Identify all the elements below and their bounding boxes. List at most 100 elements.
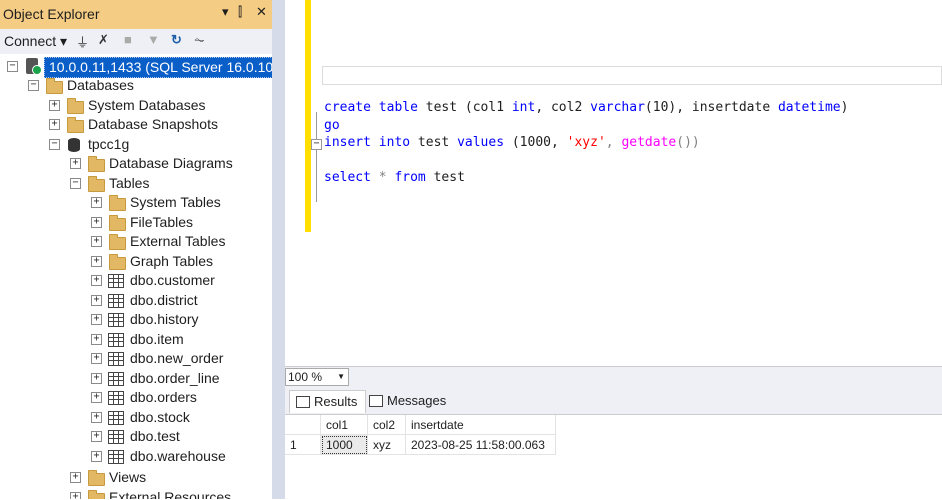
tree-node-external-tables[interactable]: + External Tables xyxy=(0,232,272,251)
tree-node-filetables[interactable]: + FileTables xyxy=(0,213,272,232)
tree-node-table[interactable]: + dbo.test xyxy=(0,427,272,446)
expand-icon[interactable]: + xyxy=(91,295,102,306)
tree-node-label[interactable]: Graph Tables xyxy=(130,252,213,271)
tree-node-label[interactable]: dbo.item xyxy=(130,330,184,349)
tree-node-label[interactable]: dbo.test xyxy=(130,427,180,446)
row-number[interactable]: 1 xyxy=(285,435,321,455)
expand-icon[interactable]: + xyxy=(70,472,81,483)
tree-node-label[interactable]: Tables xyxy=(109,174,149,193)
window-position-icon[interactable]: ▾ xyxy=(222,4,229,20)
tree-node-database[interactable]: − tpcc1g xyxy=(0,135,272,154)
close-icon[interactable]: ✕ xyxy=(256,4,267,20)
code-line-3[interactable]: insert into test values (1000, 'xyz', ge… xyxy=(324,134,700,152)
tree-node-label[interactable]: Database Snapshots xyxy=(88,115,218,134)
grid-cell[interactable]: 2023-08-25 11:58:00.063 xyxy=(406,435,556,455)
tree-node-label[interactable]: Views xyxy=(109,468,146,487)
expand-icon[interactable]: + xyxy=(91,451,102,462)
connect-icon[interactable]: ⏚ xyxy=(76,32,89,51)
code-line-4[interactable]: select * from test xyxy=(324,169,465,187)
tree-node-label[interactable]: Database Diagrams xyxy=(109,154,233,173)
tree-node-graph-tables[interactable]: + Graph Tables xyxy=(0,252,272,271)
tree-node-table[interactable]: + dbo.orders xyxy=(0,388,272,407)
tree-node-table[interactable]: + dbo.new_order xyxy=(0,349,272,368)
expand-icon[interactable]: + xyxy=(91,236,102,247)
query-editor[interactable]: create table test (col1 int, col2 varcha… xyxy=(285,0,942,366)
zoom-select[interactable]: 100 % xyxy=(285,368,349,386)
tree-node-label[interactable]: Databases xyxy=(67,76,134,95)
tree-node-table[interactable]: + dbo.history xyxy=(0,310,272,329)
tree-node-table[interactable]: + dbo.stock xyxy=(0,408,272,427)
row-header-corner[interactable] xyxy=(285,415,321,435)
expand-icon[interactable]: + xyxy=(70,158,81,169)
collapse-icon[interactable]: − xyxy=(70,178,81,189)
tree-node-database-diagrams[interactable]: + Database Diagrams xyxy=(0,154,272,173)
collapse-region-icon[interactable]: − xyxy=(311,139,322,150)
tree-node-label[interactable]: tpcc1g xyxy=(88,135,129,154)
tree-node-label[interactable]: FileTables xyxy=(130,213,193,232)
expand-icon[interactable]: + xyxy=(91,275,102,286)
results-grid[interactable]: col1 col2 insertdate 1 1000 xyz 2023-08-… xyxy=(285,414,942,500)
tree-node-label[interactable]: dbo.new_order xyxy=(130,349,223,368)
tree-node-label[interactable]: dbo.warehouse xyxy=(130,447,226,466)
disconnect-icon[interactable]: ✗ xyxy=(98,32,109,48)
tree-node-database-snapshots[interactable]: + Database Snapshots xyxy=(0,115,272,134)
expand-icon[interactable]: + xyxy=(91,353,102,364)
expand-icon[interactable]: + xyxy=(91,412,102,423)
tree-node-table[interactable]: + dbo.order_line xyxy=(0,369,272,388)
connect-button[interactable]: Connect ▾ xyxy=(4,33,67,50)
tree-node-table[interactable]: + dbo.warehouse xyxy=(0,447,272,466)
tree-node-label[interactable]: External Resources xyxy=(109,488,231,499)
tree-node-table[interactable]: + dbo.customer xyxy=(0,271,272,290)
expand-icon[interactable]: + xyxy=(91,314,102,325)
tab-results[interactable]: Results xyxy=(289,390,367,413)
table-icon xyxy=(108,411,124,425)
tree-node-label[interactable]: System Tables xyxy=(130,193,221,212)
tree-node-label[interactable]: dbo.order_line xyxy=(130,369,220,388)
pin-icon[interactable]: ⫿ xyxy=(238,4,242,20)
tree-node-views[interactable]: + Views xyxy=(0,468,272,487)
expand-icon[interactable]: + xyxy=(70,492,81,499)
expand-icon[interactable]: + xyxy=(91,431,102,442)
tree-node-table[interactable]: + dbo.district xyxy=(0,291,272,310)
tree-node-system-tables[interactable]: + System Tables xyxy=(0,193,272,212)
grid-cell[interactable]: 1000 xyxy=(321,435,368,455)
expand-icon[interactable]: + xyxy=(91,392,102,403)
tree-node-label[interactable]: dbo.customer xyxy=(130,271,215,290)
tree-node-label[interactable]: System Databases xyxy=(88,96,206,115)
expand-icon[interactable]: + xyxy=(91,217,102,228)
collapse-icon[interactable]: − xyxy=(7,61,18,72)
tree-node-label[interactable]: dbo.history xyxy=(130,310,198,329)
tree-node-label[interactable]: External Tables xyxy=(130,232,225,251)
grid-cell[interactable]: xyz xyxy=(368,435,406,455)
tab-messages[interactable]: Messages xyxy=(363,390,454,412)
tree-node-external-resources[interactable]: + External Resources xyxy=(0,488,272,499)
tree-node-label[interactable]: dbo.district xyxy=(130,291,198,310)
stop-icon[interactable]: ■ xyxy=(124,32,132,47)
expand-icon[interactable]: + xyxy=(91,334,102,345)
expand-icon[interactable]: + xyxy=(91,256,102,267)
column-header[interactable]: insertdate xyxy=(406,415,556,435)
tree-node-server[interactable]: − 10.0.0.11,1433 (SQL Server 16.0.1000 -… xyxy=(0,57,272,78)
activity-icon[interactable]: ⏦ xyxy=(194,32,205,48)
tree-node-table[interactable]: + dbo.item xyxy=(0,330,272,349)
tree-node-tables[interactable]: − Tables xyxy=(0,174,272,193)
code-line-1[interactable]: create table test (col1 int, col2 varcha… xyxy=(324,99,848,117)
expand-icon[interactable]: + xyxy=(91,373,102,384)
tree-node-label[interactable]: dbo.orders xyxy=(130,388,197,407)
collapse-icon[interactable]: − xyxy=(28,80,39,91)
tree-node-system-databases[interactable]: + System Databases xyxy=(0,96,272,115)
refresh-icon[interactable]: ↻ xyxy=(171,32,182,48)
column-header[interactable]: col2 xyxy=(368,415,406,435)
pane-splitter[interactable] xyxy=(272,0,285,499)
filter-icon[interactable]: ▼ xyxy=(147,32,160,47)
collapse-icon[interactable]: − xyxy=(49,139,60,150)
chevron-down-icon[interactable] xyxy=(337,369,345,385)
expand-icon[interactable]: + xyxy=(49,100,60,111)
expand-icon[interactable]: + xyxy=(49,119,60,130)
column-header[interactable]: col1 xyxy=(321,415,368,435)
tree-node-databases[interactable]: − Databases xyxy=(0,76,272,95)
tree-node-label[interactable]: 10.0.0.11,1433 (SQL Server 16.0.1000 - s… xyxy=(44,57,272,78)
tree-node-label[interactable]: dbo.stock xyxy=(130,408,190,427)
code-line-2[interactable]: go xyxy=(324,117,340,135)
expand-icon[interactable]: + xyxy=(91,197,102,208)
